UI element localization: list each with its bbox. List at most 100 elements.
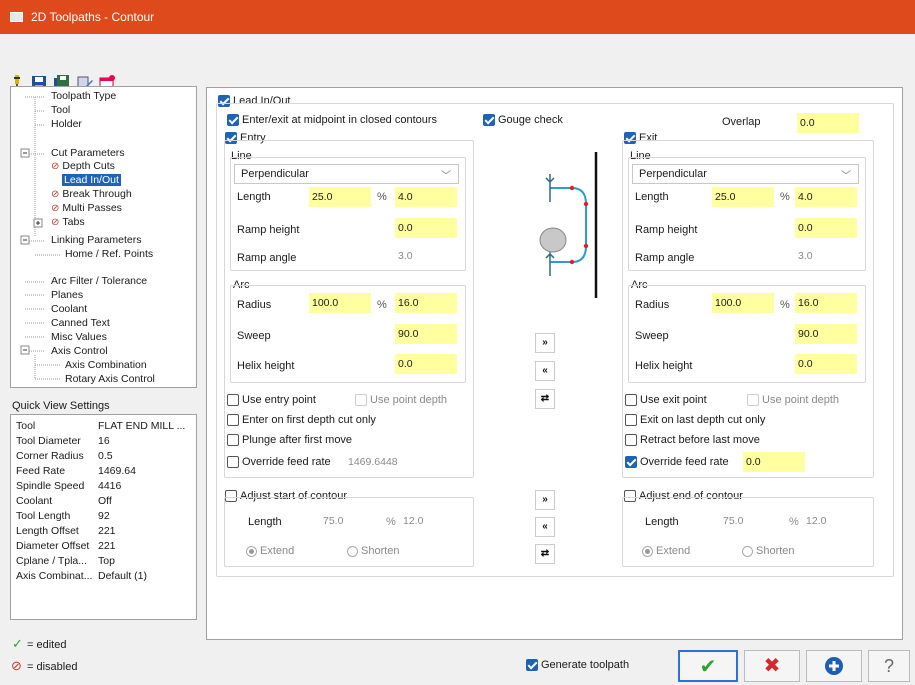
parameter-tree: Toolpath Type Tool Holder Cut Parameters… xyxy=(10,86,197,388)
tree-item-holder[interactable]: Holder xyxy=(51,118,82,130)
end-shorten-radio[interactable] xyxy=(742,546,753,557)
tree-item-axis-combination[interactable]: Axis Combination xyxy=(65,359,147,371)
tree-item-cut-parameters[interactable]: Cut Parameters xyxy=(51,147,125,159)
tree-item-arc-filter[interactable]: Arc Filter / Tolerance xyxy=(51,275,147,287)
legend-disabled: = disabled xyxy=(27,661,78,673)
qv-value: 92 xyxy=(98,510,110,522)
tree-item-linking-parameters[interactable]: Linking Parameters xyxy=(51,234,141,246)
tree-item-depth-cuts[interactable]: ⊘ Depth Cuts xyxy=(51,160,115,172)
qv-key: Tool Diameter xyxy=(16,435,81,447)
entry-radius-input[interactable]: 100.0 xyxy=(309,293,371,313)
help-button[interactable]: ? xyxy=(868,650,910,682)
exit-length-input[interactable]: 25.0 xyxy=(712,187,774,207)
qv-key: Tool xyxy=(16,420,36,432)
gouge-check-checkbox[interactable] xyxy=(483,114,495,126)
entry-length-label: Length xyxy=(237,191,271,203)
exit-use-point-depth-checkbox[interactable] xyxy=(747,394,759,406)
overlap-input[interactable]: 0.0 xyxy=(797,113,859,133)
tree-item-canned-text[interactable]: Canned Text xyxy=(51,317,110,329)
use-entry-point-label: Use entry point xyxy=(242,394,316,406)
plunge-checkbox[interactable] xyxy=(227,434,239,446)
apply-button[interactable] xyxy=(806,650,862,682)
tree-item-break-through[interactable]: ⊘ Break Through xyxy=(51,188,132,200)
adjust-end-length-input[interactable]: 75.0 xyxy=(720,511,775,531)
entry-override-feed-checkbox[interactable] xyxy=(227,456,239,468)
generate-toolpath-checkbox[interactable] xyxy=(526,659,538,671)
qv-value: 221 xyxy=(98,540,116,552)
start-extend-radio[interactable] xyxy=(246,546,257,557)
use-exit-point-checkbox[interactable] xyxy=(625,394,637,406)
exit-sweep-label: Sweep xyxy=(635,330,669,342)
help-icon: ? xyxy=(883,656,894,676)
tree-item-rotary-axis-control[interactable]: Rotary Axis Control xyxy=(65,373,155,385)
tree-item-planes[interactable]: Planes xyxy=(51,289,83,301)
swap-entry-exit-button[interactable]: ⇄ xyxy=(535,389,555,409)
entry-line-type-select[interactable]: Perpendicular ﹀ xyxy=(234,164,459,184)
entry-ramp-height-input[interactable]: 0.0 xyxy=(395,218,457,238)
midpoint-checkbox[interactable] xyxy=(227,114,239,126)
tree-item-coolant[interactable]: Coolant xyxy=(51,303,87,315)
exit-length-label: Length xyxy=(635,191,669,203)
exit-line-type-select[interactable]: Perpendicular ﹀ xyxy=(632,164,859,184)
start-shorten-radio[interactable] xyxy=(347,546,358,557)
ok-button[interactable]: ✔ xyxy=(678,650,738,682)
swap-adjust-button[interactable]: ⇄ xyxy=(535,544,555,564)
copy-end-to-start-button[interactable]: « xyxy=(535,517,555,537)
plus-circle-icon xyxy=(825,657,843,675)
entry-use-point-depth-checkbox[interactable] xyxy=(355,394,367,406)
adjust-start-length-input[interactable]: 75.0 xyxy=(320,511,375,531)
use-exit-point-label: Use exit point xyxy=(640,394,707,406)
entry-helix-label: Helix height xyxy=(237,360,295,372)
exit-override-feed-input[interactable]: 0.0 xyxy=(743,452,805,472)
copy-start-to-end-button[interactable]: » xyxy=(535,490,555,510)
copy-exit-to-entry-button[interactable]: « xyxy=(535,361,555,381)
exit-sweep-input[interactable]: 90.0 xyxy=(795,324,857,344)
exit-override-feed-checkbox[interactable] xyxy=(625,456,637,468)
tree-item-tabs[interactable]: ⊘ Tabs xyxy=(51,216,85,228)
exit-radius-abs-input[interactable]: 16.0 xyxy=(795,293,857,313)
tree-item-axis-control[interactable]: Axis Control xyxy=(51,345,108,357)
entry-radius-abs-input[interactable]: 16.0 xyxy=(395,293,457,313)
first-depth-checkbox[interactable] xyxy=(227,414,239,426)
entry-override-feed-input[interactable]: 1469.6448 xyxy=(345,452,407,472)
generate-toolpath-label: Generate toolpath xyxy=(541,659,630,671)
edited-check-icon: ✓ xyxy=(12,636,23,651)
entry-helix-input[interactable]: 0.0 xyxy=(395,354,457,374)
exit-ramp-height-input[interactable]: 0.0 xyxy=(795,218,857,238)
entry-ramp-angle-input[interactable]: 3.0 xyxy=(395,246,457,266)
tree-item-misc-values[interactable]: Misc Values xyxy=(51,331,107,343)
exit-radius-input[interactable]: 100.0 xyxy=(712,293,774,313)
entry-use-point-depth-label: Use point depth xyxy=(370,394,448,406)
exit-ramp-angle-input[interactable]: 3.0 xyxy=(795,246,857,266)
cancel-button[interactable]: ✖ xyxy=(744,650,800,682)
exit-helix-input[interactable]: 0.0 xyxy=(795,354,857,374)
qv-key: Tool Length xyxy=(16,510,71,522)
tree-item-tool[interactable]: Tool xyxy=(51,104,70,116)
quick-view-panel: Tool FLAT END MILL ... Tool Diameter 16 Co… xyxy=(10,414,197,620)
overlap-label: Overlap xyxy=(722,116,761,128)
adjust-end-abs-input[interactable]: 12.0 xyxy=(803,511,865,531)
tree-item-lead-in-out[interactable]: Lead In/Out xyxy=(62,174,121,186)
tree-item-home-ref-points[interactable]: Home / Ref. Points xyxy=(65,248,153,260)
entry-length-abs-input[interactable]: 4.0 xyxy=(395,187,457,207)
plunge-label: Plunge after first move xyxy=(242,434,353,446)
entry-sweep-input[interactable]: 90.0 xyxy=(395,324,457,344)
tree-item-multi-passes[interactable]: ⊘ Multi Passes xyxy=(51,202,122,214)
entry-percent-label: % xyxy=(377,191,387,203)
use-entry-point-checkbox[interactable] xyxy=(227,394,239,406)
retract-checkbox[interactable] xyxy=(625,434,637,446)
copy-entry-to-exit-button[interactable]: » xyxy=(535,333,555,353)
qv-row: Tool Diameter 16 xyxy=(16,435,110,447)
end-extend-radio[interactable] xyxy=(642,546,653,557)
exit-length-abs-input[interactable]: 4.0 xyxy=(795,187,857,207)
entry-length-input[interactable]: 25.0 xyxy=(309,187,371,207)
qv-key: Spindle Speed xyxy=(16,480,85,492)
last-depth-checkbox[interactable] xyxy=(625,414,637,426)
qv-value: 16 xyxy=(98,435,110,447)
gouge-check-label: Gouge check xyxy=(498,114,563,126)
tree-item-toolpath-type[interactable]: Toolpath Type xyxy=(51,90,116,102)
qv-key: Coolant xyxy=(16,495,53,507)
adjust-start-abs-input[interactable]: 12.0 xyxy=(400,511,462,531)
entry-override-feed-label: Override feed rate xyxy=(242,456,331,468)
qv-value: Off xyxy=(98,495,112,507)
